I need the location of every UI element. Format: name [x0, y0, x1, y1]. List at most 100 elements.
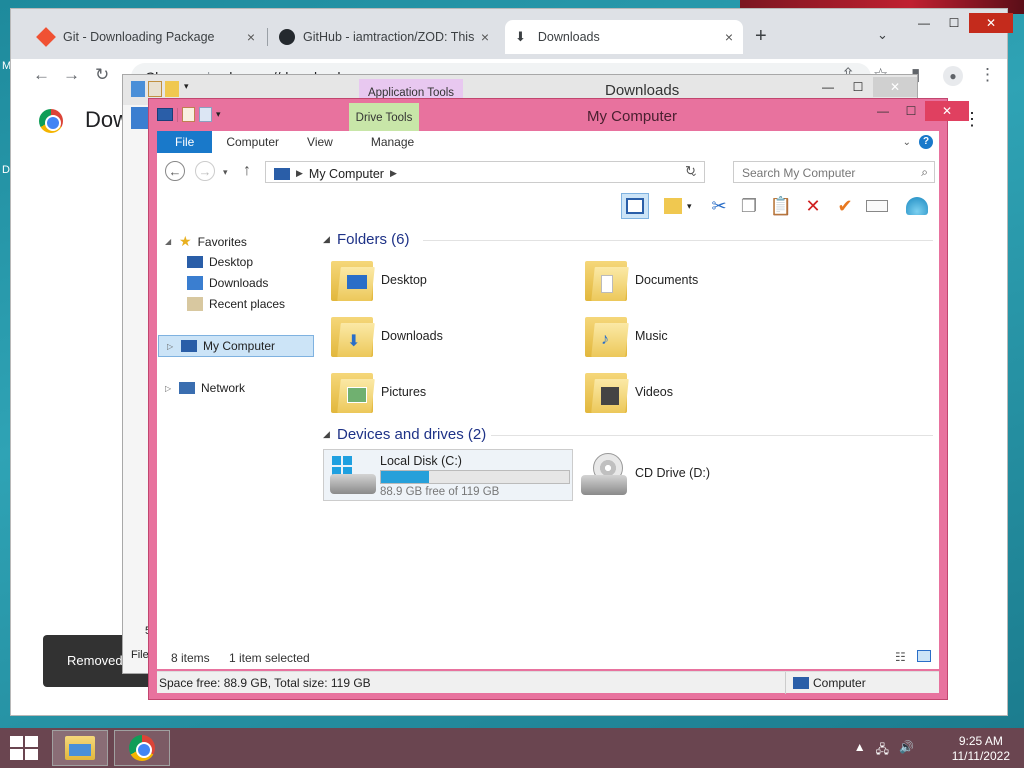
minimize-button[interactable]: —: [909, 13, 939, 33]
up-icon[interactable]: ↑: [243, 162, 251, 180]
copy-icon[interactable]: ❐: [735, 193, 763, 219]
preview-pane-icon[interactable]: [621, 193, 649, 219]
back-icon[interactable]: ←: [33, 65, 50, 85]
downloads-folder-icon: [131, 81, 145, 97]
tab-close-icon[interactable]: ×: [481, 29, 489, 45]
search-input[interactable]: Search My Computer ⌕: [733, 161, 935, 183]
explorer-body: ◢ ★ Favorites Desktop Downloads Recent p…: [157, 223, 939, 647]
folder-videos[interactable]: Videos: [585, 369, 673, 415]
properties-icon[interactable]: [148, 81, 162, 97]
disk-usage-fill: [381, 471, 429, 483]
nav-downloads[interactable]: Downloads: [187, 276, 268, 290]
change-view-icon[interactable]: [659, 193, 687, 219]
taskbar-chrome[interactable]: [114, 730, 170, 766]
breadcrumb[interactable]: ▶ My Computer ▶ ⌄: [265, 161, 705, 183]
cd-drive-icon: [579, 453, 627, 495]
nav-desktop[interactable]: Desktop: [187, 255, 253, 269]
reload-icon[interactable]: ↻: [95, 65, 109, 85]
forward-icon[interactable]: →: [63, 65, 80, 85]
kebab-menu-icon[interactable]: ⋮: [979, 65, 996, 85]
nav-label: My Computer: [203, 339, 276, 353]
computer-icon: [181, 340, 197, 352]
folder-documents[interactable]: Documents: [585, 257, 698, 303]
cut-icon[interactable]: ✂: [705, 193, 733, 219]
tab-computer[interactable]: Computer: [212, 131, 293, 153]
navigation-pane: ◢ ★ Favorites Desktop Downloads Recent p…: [157, 223, 317, 647]
close-button[interactable]: ✕: [873, 77, 917, 97]
forward-icon[interactable]: →: [195, 161, 215, 181]
large-icons-view-icon[interactable]: [917, 650, 931, 662]
checkmark-icon[interactable]: ✔: [831, 193, 859, 219]
devices-group-header[interactable]: ◢ Devices and drives (2): [323, 426, 486, 443]
start-button[interactable]: [10, 736, 38, 760]
tab-search-icon[interactable]: ⌄: [877, 27, 888, 43]
group-divider: [491, 435, 933, 436]
shell-icon[interactable]: [903, 193, 931, 219]
breadcrumb-arrow-icon[interactable]: ▶: [296, 168, 303, 179]
close-button[interactable]: ✕: [925, 101, 969, 121]
tab-manage[interactable]: Manage: [357, 131, 428, 153]
folder-icon: [331, 369, 375, 415]
quick-access-toolbar: ▾: [131, 81, 189, 97]
rename-icon[interactable]: [863, 193, 891, 219]
network-icon[interactable]: 🖧: [876, 740, 889, 761]
local-disk-icon: [328, 456, 376, 496]
view-dropdown-icon[interactable]: ▾: [687, 201, 692, 212]
maximize-button[interactable]: ☐: [897, 101, 925, 121]
drive-c[interactable]: Local Disk (C:) 88.9 GB free of 119 GB: [323, 449, 573, 501]
tab-downloads[interactable]: ⬇ Downloads ×: [505, 20, 743, 54]
help-icon[interactable]: ?: [919, 135, 933, 149]
minimize-button[interactable]: —: [813, 77, 843, 97]
minimize-button[interactable]: —: [869, 101, 897, 121]
folder-pictures[interactable]: Pictures: [331, 369, 426, 415]
nav-favorites[interactable]: ◢ ★ Favorites: [165, 233, 247, 250]
collapse-icon[interactable]: ◢: [165, 237, 173, 246]
nav-my-computer[interactable]: ▷ My Computer: [158, 335, 314, 357]
taskbar-file-explorer[interactable]: [52, 730, 108, 766]
maximize-button[interactable]: ☐: [939, 13, 969, 33]
maximize-button[interactable]: ☐: [843, 77, 873, 97]
breadcrumb-my-computer[interactable]: My Computer: [309, 167, 384, 181]
folder-music[interactable]: ♪ Music: [585, 313, 668, 359]
close-button[interactable]: ✕: [969, 13, 1013, 33]
profile-avatar-icon[interactable]: ●: [943, 66, 963, 86]
folder-desktop[interactable]: Desktop: [331, 257, 427, 303]
collapse-icon[interactable]: ◢: [323, 234, 331, 245]
qa-dropdown-icon[interactable]: ▾: [184, 81, 189, 97]
folder-downloads[interactable]: ⬇ Downloads: [331, 313, 443, 359]
download-icon: ⬇: [515, 29, 526, 44]
drive-d[interactable]: CD Drive (D:): [579, 453, 710, 495]
refresh-icon[interactable]: ↻: [685, 163, 696, 179]
window-title: My Computer: [587, 108, 678, 125]
breadcrumb-arrow-icon[interactable]: ▶: [390, 168, 397, 179]
tab-view[interactable]: View: [293, 131, 347, 153]
properties-icon[interactable]: [182, 107, 195, 122]
tab-git-download[interactable]: Git - Downloading Package ×: [29, 20, 265, 54]
details-view-icon[interactable]: ☷: [895, 650, 906, 664]
drive-tools-tab[interactable]: Drive Tools: [349, 103, 419, 131]
new-item-icon[interactable]: [199, 107, 212, 122]
tab-file[interactable]: File: [157, 131, 213, 153]
expand-icon[interactable]: ▷: [165, 384, 173, 393]
expand-ribbon-icon[interactable]: ⌄: [903, 137, 911, 148]
tray-expand-icon[interactable]: ▲: [854, 740, 866, 761]
clock[interactable]: 9:25 AM 11/11/2022: [952, 734, 1010, 764]
paste-icon[interactable]: 📋: [767, 193, 795, 219]
nav-recent-places[interactable]: Recent places: [187, 297, 285, 311]
delete-icon[interactable]: ✕: [799, 193, 827, 219]
new-tab-icon[interactable]: +: [755, 25, 767, 48]
volume-icon[interactable]: 🔊: [899, 740, 914, 761]
expand-icon[interactable]: ▷: [167, 342, 175, 351]
tab-close-icon[interactable]: ×: [247, 29, 255, 45]
collapse-icon[interactable]: ◢: [323, 429, 331, 440]
back-icon[interactable]: ←: [165, 161, 185, 181]
recent-locations-icon[interactable]: ▾: [223, 167, 228, 178]
folders-group-header[interactable]: ◢ Folders (6): [323, 231, 410, 248]
tab-close-icon[interactable]: ×: [725, 29, 733, 45]
quick-access-toolbar: ▾: [157, 107, 221, 122]
folder-label: Videos: [635, 385, 673, 399]
nav-network[interactable]: ▷ Network: [165, 381, 245, 395]
tab-github-zod[interactable]: GitHub - iamtraction/ZOD: This is ×: [269, 20, 499, 54]
new-folder-icon[interactable]: [165, 81, 179, 97]
qa-dropdown-icon[interactable]: ▾: [216, 109, 221, 120]
